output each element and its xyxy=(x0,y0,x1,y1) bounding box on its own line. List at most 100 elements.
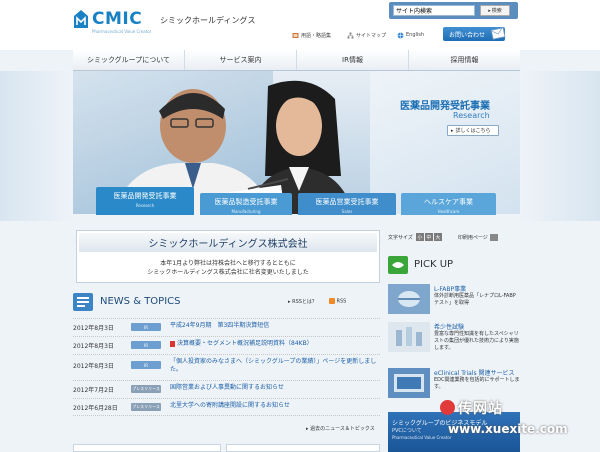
rss-about-label: RSSとは？ xyxy=(292,299,317,305)
search-input[interactable] xyxy=(393,5,475,16)
company-notice[interactable]: シミックホールディングス株式会社 本年1月より弊社は持株会社へと移行するとともに… xyxy=(76,230,380,283)
news-link[interactable]: 国際営業および人事異動に関するお知らせ xyxy=(170,384,380,392)
news-header: NEWS & TOPICS ▸ RSSとは？ RSS xyxy=(73,293,380,311)
english-link[interactable]: English xyxy=(397,30,424,40)
banner-en: Pharmaceutical Value Creator xyxy=(392,435,452,440)
rss-about-link[interactable]: ▸ RSSとは？ xyxy=(288,298,317,305)
bottom-tile xyxy=(226,444,380,452)
header: CMIC Pharmaceutical Value Creator シミックホー… xyxy=(0,0,600,50)
notice-line-2: シミックホールディングス株式会社に社名変更いたしました xyxy=(147,269,309,276)
hero-tab-sales-en: Sales xyxy=(341,209,353,214)
news-category-badge: IR xyxy=(131,341,161,349)
pickup-thumbnail xyxy=(388,322,430,352)
english-label: English xyxy=(406,32,425,38)
house-logo-icon xyxy=(74,10,88,28)
banner-title: シミックグループのビジネスモデル xyxy=(392,420,488,427)
news-date: 2012年8月3日 xyxy=(73,325,114,332)
contact-label: お問い合わせ xyxy=(449,31,486,39)
font-size-small-button[interactable]: 小 xyxy=(415,233,424,241)
globe-icon xyxy=(397,32,404,38)
news-archive-label: 過去のニュース＆トピックス xyxy=(310,426,375,432)
news-header-links: ▸ RSSとは？ RSS xyxy=(288,298,346,305)
sitemap-label: サイトマップ xyxy=(356,32,387,39)
news-row[interactable]: 2012年7月2日 プレスリリース 国際営業および人事異動に関するお知らせ xyxy=(73,380,380,398)
search-button[interactable]: ▸ 検索 xyxy=(480,5,510,16)
pickup-item[interactable]: eClinical Trials 関連サービス EDC関連業務を包括的にサポート… xyxy=(388,368,520,404)
font-size-bar: 文字サイズ 小 中 大 印刷用ページ xyxy=(388,230,520,244)
hero-tab-manufacturing-en: Manufacturing xyxy=(231,209,261,214)
news-link[interactable]: 決算概要・セグメント概況補足説明資料（84KB） xyxy=(170,340,380,348)
glossary-link[interactable]: 用語・略語集 xyxy=(292,30,331,40)
print-page-link[interactable]: 印刷用ページ xyxy=(458,234,488,241)
notice-line-1: 本年1月より弊社は持株会社へと移行するとともに xyxy=(160,260,296,267)
hero-tab-manufacturing[interactable]: 医薬品製造受託事業 Manufacturing xyxy=(200,193,292,215)
news-row[interactable]: 2012年8月3日 IR 平成24年9月期 第3四半期決算短信 xyxy=(73,318,380,336)
font-size-medium-button[interactable]: 中 xyxy=(424,233,433,241)
news-icon xyxy=(73,293,93,311)
hero-more-arrow-icon: ▸ xyxy=(451,127,454,134)
pickup-header: PICK UP xyxy=(388,256,520,274)
sitemap-link[interactable]: サイトマップ xyxy=(347,30,386,40)
notice-heading: シミックホールディングス株式会社 xyxy=(79,233,377,252)
brand-name: シミックホールディングス xyxy=(160,16,256,25)
news-archive-link[interactable]: ▸ 過去のニュース＆トピックス xyxy=(306,425,375,432)
rss-link[interactable]: RSS xyxy=(328,298,346,305)
book-icon xyxy=(292,32,299,38)
hero-tab-research-label: 医薬品開発受託事業 xyxy=(113,192,177,200)
nav-item-about[interactable]: シミックグループについて xyxy=(73,50,185,70)
news-date: 2012年8月3日 xyxy=(73,343,114,350)
news-row[interactable]: 2012年8月3日 IR 「個人投資家のみなさまへ（シミックグループの業績）」ペ… xyxy=(73,354,380,380)
pickup-item-desc: 体外診断用医薬品「レナプロL-FABPテスト」を取得 xyxy=(434,293,516,306)
pickup-item[interactable]: L-FABP事業 体外診断用医薬品「レナプロL-FABPテスト」を取得 xyxy=(388,284,520,320)
hero-tab-sales[interactable]: 医薬品営業受託事業 Sales xyxy=(298,193,396,215)
bottom-tile xyxy=(73,444,221,452)
banner-subtitle: PVCについて xyxy=(392,428,422,434)
news-link[interactable]: 平成24年9月期 第3四半期決算短信 xyxy=(170,322,380,330)
search-button-label: 検索 xyxy=(491,8,502,14)
nav-item-ir[interactable]: IR情報 xyxy=(297,50,409,70)
pickup-icon xyxy=(388,256,408,274)
pickup-item-title[interactable]: 希少性試験 xyxy=(434,322,464,331)
font-size-large-button[interactable]: 大 xyxy=(433,233,442,241)
pickup-item[interactable]: 希少性試験 豊富な専門性知識を有したスペシャリストの集団が優れた技術力により実施… xyxy=(388,322,520,358)
print-icon xyxy=(489,233,498,241)
news-link-text: 決算概要・セグメント概況補足説明資料（84KB） xyxy=(177,340,313,347)
glossary-label: 用語・略語集 xyxy=(301,32,332,39)
pickup-item-desc: 豊富な専門性知識を有したスペシャリストの集団が優れた技術力により実施します。 xyxy=(434,331,519,351)
hero-tab-healthcare[interactable]: ヘルスケア事業 Healthcare xyxy=(401,193,496,215)
logo-subtitle: Pharmaceutical Value Creator xyxy=(92,29,152,34)
hero-tab-research[interactable]: 医薬品開発受託事業 Research xyxy=(96,187,194,215)
news-date: 2012年7月2日 xyxy=(73,387,114,394)
font-size-label: 文字サイズ xyxy=(388,234,413,241)
news-list: 2012年8月3日 IR 平成24年9月期 第3四半期決算短信 2012年8月3… xyxy=(73,318,380,416)
pickup-thumbnail xyxy=(388,368,430,398)
pickup-thumbnail xyxy=(388,284,430,314)
business-model-banner[interactable]: シミックグループのビジネスモデル PVCについて Pharmaceutical … xyxy=(388,412,520,452)
hero-side-decoration-left xyxy=(0,71,73,221)
news-category-badge: プレスリリース xyxy=(131,403,161,411)
news-row[interactable]: 2012年6月28日 プレスリリース 北里大学への寄附講座開設に関するお知らせ xyxy=(73,398,380,416)
print-page-label: 印刷用ページ xyxy=(457,234,488,241)
pdf-icon xyxy=(170,340,175,347)
pickup-item-title[interactable]: eClinical Trials 関連サービス xyxy=(434,368,515,377)
logo[interactable]: CMIC Pharmaceutical Value Creator xyxy=(73,9,153,39)
nav-item-services[interactable]: サービス案内 xyxy=(185,50,297,70)
sitemap-icon xyxy=(347,32,354,38)
logo-text: CMIC xyxy=(92,9,143,29)
pickup-item-title[interactable]: L-FABP事業 xyxy=(434,284,466,293)
hero-tab-healthcare-en: Healthcare xyxy=(437,209,460,214)
news-title: NEWS & TOPICS xyxy=(100,296,181,307)
news-link[interactable]: 「個人投資家のみなさまへ（シミックグループの業績）」ページを更新しました。 xyxy=(170,358,380,374)
news-link[interactable]: 北里大学への寄附講座開設に関するお知らせ xyxy=(170,402,380,410)
news-row[interactable]: 2012年8月3日 IR 決算概要・セグメント概況補足説明資料（84KB） xyxy=(73,336,380,354)
hero-subtitle: Research xyxy=(453,111,490,120)
nav-item-recruit[interactable]: 採用情報 xyxy=(409,50,520,70)
hero-more-label: 詳しくはこちら xyxy=(455,128,491,134)
envelope-icon xyxy=(490,27,506,40)
hero-title: 医薬品開発受託事業 xyxy=(400,101,490,112)
news-date: 2012年6月28日 xyxy=(73,405,118,412)
pickup-title: PICK UP xyxy=(414,259,454,270)
hero-more-button[interactable]: ▸ 詳しくはこちら xyxy=(447,125,499,136)
hero-tab-manufacturing-label: 医薬品製造受託事業 xyxy=(214,198,278,206)
news-date: 2012年8月3日 xyxy=(73,363,114,370)
